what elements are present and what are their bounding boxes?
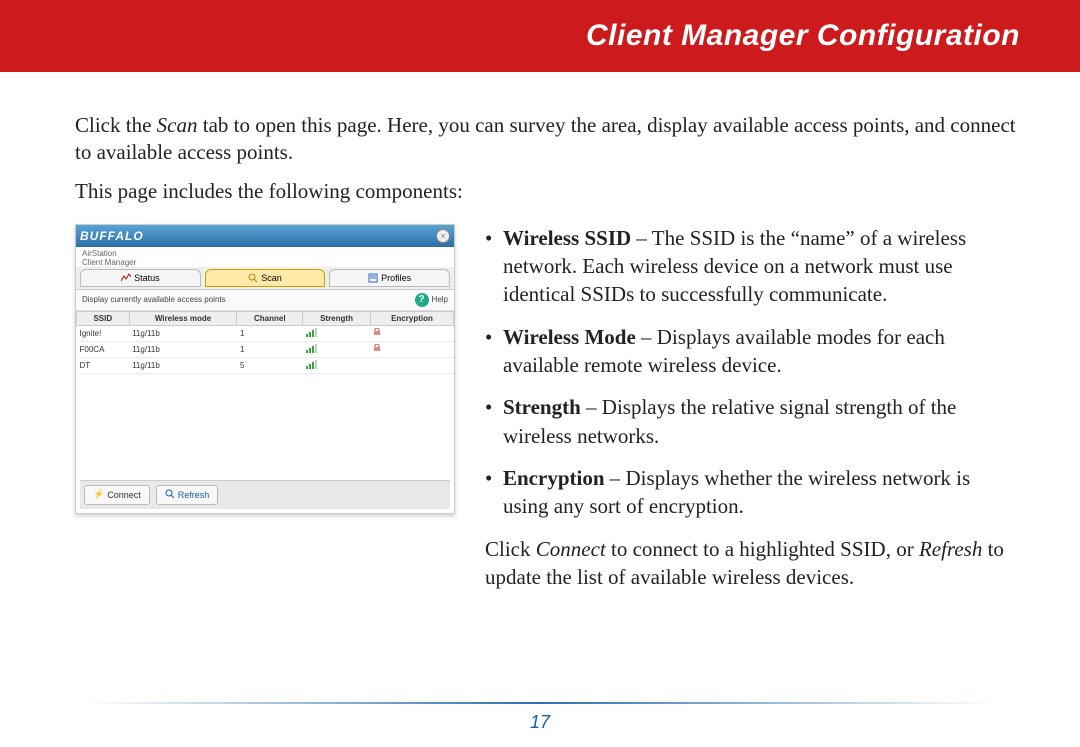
subtitle-1: AirStation	[82, 249, 117, 258]
help-group[interactable]: ? Help	[415, 293, 448, 307]
term-enc: Encryption	[503, 466, 605, 490]
cell-strength	[303, 325, 371, 341]
bolt-icon: ⚡	[93, 489, 104, 500]
bullet-list: Wireless SSID – The SSID is the “name” o…	[485, 224, 1020, 592]
manual-page: Client Manager Configuration Click the S…	[0, 0, 1080, 747]
connect-button[interactable]: ⚡ Connect	[84, 485, 150, 505]
subtitle-2: Client Manager	[82, 258, 136, 267]
close-icon[interactable]: ×	[436, 229, 450, 243]
refresh-button[interactable]: Refresh	[156, 485, 219, 505]
table-row[interactable]: DT 11g/11b 5	[77, 357, 454, 373]
page-number: 17	[0, 712, 1080, 733]
cell-enc	[370, 357, 453, 373]
cell-channel: 5	[237, 357, 303, 373]
intro-scan-term: Scan	[157, 113, 198, 137]
tab-status-label: Status	[134, 273, 160, 283]
intro-post: tab to open this page. Here, you can sur…	[75, 113, 1016, 164]
signal-bars-icon	[306, 344, 317, 353]
intro-paragraph: Click the Scan tab to open this page. He…	[75, 112, 1020, 167]
cell-ssid: F00CA	[77, 341, 130, 357]
closing-connect: Connect	[536, 537, 606, 561]
cell-mode: 11g/11b	[129, 357, 237, 373]
client-manager-screenshot: BUFFALO × AirStation Client Manager Stat…	[75, 224, 455, 514]
col-channel[interactable]: Channel	[237, 311, 303, 325]
brand-logo: BUFFALO	[80, 229, 144, 243]
connect-button-label: Connect	[107, 490, 141, 500]
footer-divider	[86, 702, 993, 704]
cell-ssid: Ignite!	[77, 325, 130, 341]
cell-ssid: DT	[77, 357, 130, 373]
lock-icon	[373, 328, 381, 336]
cell-enc	[370, 341, 453, 357]
access-points-table: SSID Wireless mode Channel Strength Encr…	[76, 311, 454, 374]
col-mode[interactable]: Wireless mode	[129, 311, 237, 325]
status-icon	[121, 273, 131, 283]
caption-text: Display currently available access point…	[82, 295, 226, 304]
body-row: BUFFALO × AirStation Client Manager Stat…	[75, 224, 1020, 592]
tab-scan[interactable]: Scan	[205, 269, 326, 287]
cell-channel: 1	[237, 325, 303, 341]
cell-enc	[370, 325, 453, 341]
content-area: Click the Scan tab to open this page. He…	[0, 72, 1080, 601]
intro-pre: Click the	[75, 113, 157, 137]
term-mode: Wireless Mode	[503, 325, 636, 349]
col-strength[interactable]: Strength	[303, 311, 371, 325]
help-icon: ?	[415, 293, 429, 307]
tab-bar: Status Scan Profiles	[76, 267, 454, 290]
tab-status[interactable]: Status	[80, 269, 201, 287]
sub-intro: This page includes the following compone…	[75, 179, 1020, 204]
lock-icon	[373, 344, 381, 352]
term-ssid: Wireless SSID	[503, 226, 631, 250]
window-titlebar: BUFFALO ×	[76, 225, 454, 247]
tab-profiles-label: Profiles	[381, 273, 411, 283]
tab-profiles[interactable]: Profiles	[329, 269, 450, 287]
closing-paragraph: Click Connect to connect to a highlighte…	[485, 535, 1020, 592]
closing-mid: to connect to a highlighted SSID, or	[606, 537, 919, 561]
table-row[interactable]: Ignite! 11g/11b 1	[77, 325, 454, 341]
cell-mode: 11g/11b	[129, 341, 237, 357]
bullet-ssid: Wireless SSID – The SSID is the “name” o…	[485, 224, 1020, 309]
table-header-row: SSID Wireless mode Channel Strength Encr…	[77, 311, 454, 325]
help-label: Help	[432, 295, 448, 304]
bullet-mode: Wireless Mode – Displays available modes…	[485, 323, 1020, 380]
caption-row: Display currently available access point…	[76, 290, 454, 311]
refresh-icon	[165, 489, 175, 501]
header-bar: Client Manager Configuration	[0, 0, 1080, 72]
footer: 17	[0, 702, 1080, 733]
bullet-encryption: Encryption – Displays whether the wirele…	[485, 464, 1020, 521]
col-encryption[interactable]: Encryption	[370, 311, 453, 325]
closing-pre: Click	[485, 537, 536, 561]
tab-scan-label: Scan	[261, 273, 282, 283]
refresh-button-label: Refresh	[178, 490, 210, 500]
button-row: ⚡ Connect Refresh	[80, 480, 450, 509]
app-subtitle: AirStation Client Manager	[76, 247, 454, 267]
cell-channel: 1	[237, 341, 303, 357]
col-ssid[interactable]: SSID	[77, 311, 130, 325]
closing-refresh: Refresh	[919, 537, 982, 561]
signal-bars-icon	[306, 328, 317, 337]
cell-strength	[303, 341, 371, 357]
bullet-strength: Strength – Displays the relative signal …	[485, 393, 1020, 450]
table-row[interactable]: F00CA 11g/11b 1	[77, 341, 454, 357]
profile-icon	[368, 273, 378, 283]
page-title: Client Manager Configuration	[586, 19, 1020, 53]
signal-bars-icon	[306, 360, 317, 369]
term-strength: Strength	[503, 395, 581, 419]
cell-mode: 11g/11b	[129, 325, 237, 341]
cell-strength	[303, 357, 371, 373]
search-icon	[248, 273, 258, 283]
